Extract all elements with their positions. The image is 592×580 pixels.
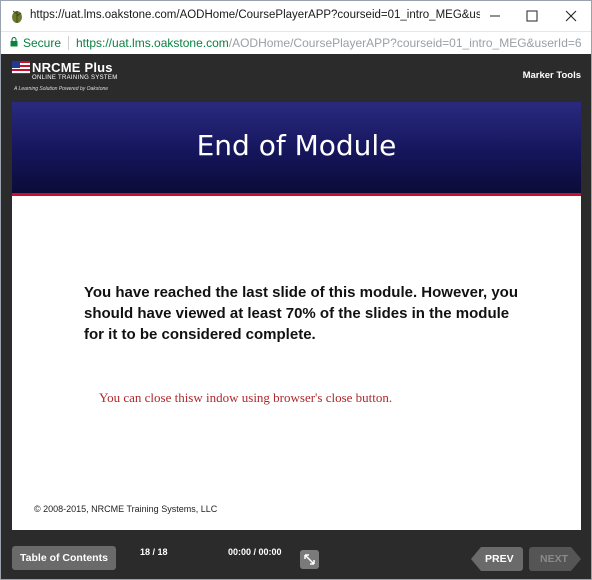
minimize-icon[interactable]	[476, 1, 514, 31]
secure-label: Secure	[23, 36, 62, 50]
lock-icon	[10, 37, 18, 47]
close-window-note: You can close thisw indow using browser'…	[99, 390, 393, 405]
address-bar[interactable]: Secure https://uat.lms.oakstone.com/AODH…	[1, 31, 591, 55]
url-text[interactable]: https://uat.lms.oakstone.com/AODHome/Cou…	[76, 36, 588, 50]
url-host: uat.lms.oakstone.com	[112, 36, 229, 50]
prev-label: PREV	[485, 553, 514, 565]
app-header: NRCME Plus ONLINE TRAINING SYSTEM A Lear…	[1, 54, 591, 102]
address-divider	[68, 36, 69, 50]
time-display: 00:00 / 00:00	[228, 547, 282, 557]
logo-title: NRCME Plus	[32, 60, 113, 75]
slide-header: End of Module	[12, 102, 581, 196]
window-title: https://uat.lms.oakstone.com/AODHome/Cou…	[30, 9, 480, 21]
slide-content: End of Module You have reached the last …	[12, 102, 581, 530]
site-favicon-icon	[12, 10, 22, 23]
next-button[interactable]: NEXT	[529, 547, 581, 571]
logo-tagline: A Learning Solution Powered by Oakstone	[14, 86, 109, 92]
browser-window: https://uat.lms.oakstone.com/AODHome/Cou…	[0, 0, 592, 580]
title-bar: https://uat.lms.oakstone.com/AODHome/Cou…	[1, 1, 591, 31]
marker-tools-button[interactable]: Marker Tools	[523, 70, 581, 81]
slide-title: End of Module	[196, 129, 397, 162]
close-icon[interactable]	[552, 1, 590, 31]
url-path: /AODHome/CoursePlayerAPP?courseid=01_int…	[228, 36, 582, 50]
slide-counter: 18 / 18	[140, 547, 168, 557]
player-controls: Table of Contents 18 / 18 00:00 / 00:00 …	[1, 530, 591, 579]
copyright-text: © 2008-2015, NRCME Training Systems, LLC	[34, 504, 218, 514]
url-scheme: https://	[76, 36, 113, 50]
maximize-icon[interactable]	[513, 1, 551, 31]
table-of-contents-button[interactable]: Table of Contents	[12, 546, 116, 570]
fullscreen-icon[interactable]	[300, 550, 319, 569]
logo-subtitle: ONLINE TRAINING SYSTEM	[32, 75, 118, 81]
slide-body-text: You have reached the last slide of this …	[84, 284, 519, 343]
next-label: NEXT	[540, 553, 569, 565]
prev-button[interactable]: PREV	[471, 547, 523, 571]
us-flag-icon	[12, 61, 30, 74]
